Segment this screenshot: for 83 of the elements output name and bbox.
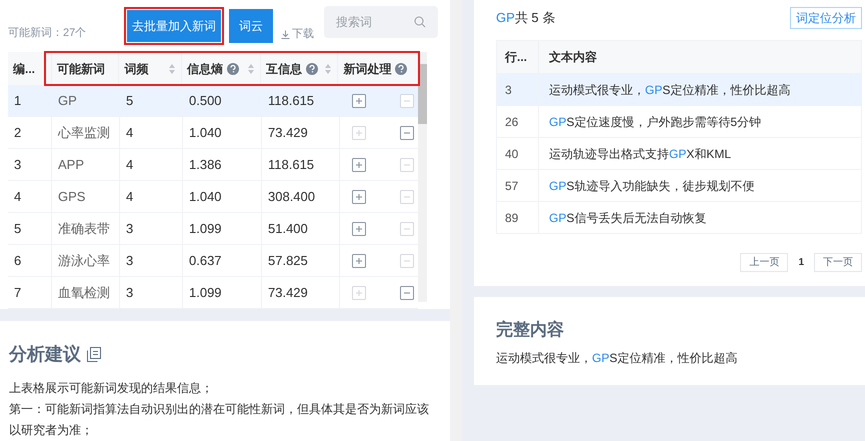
word-count: 可能新词：27个 [8,26,88,41]
remove-icon[interactable] [400,286,414,300]
table-cell-text: 3 [505,82,512,98]
previous-page-button[interactable]: 上一页 [740,253,788,272]
table-cell-text: 3 [126,220,134,238]
table-cell-text: 0.637 [189,252,222,270]
sort-icon[interactable] [168,62,176,74]
full-text: 运动模式很专业，GPS定位精准，性价比超高 [496,350,738,366]
table-cell-text: 3 [126,252,134,270]
download-icon [281,30,290,38]
help-icon[interactable] [227,62,240,74]
advice-text: 第一：可能新词指算法自动识别出的潜在可能性新词，但具体其是否为新词应该以研究者为准； [9,401,430,439]
add-icon[interactable] [352,158,366,172]
table-cell-text: 4 [126,124,134,142]
column-header: 新词处理 [338,52,418,85]
table-cell-text: 心率监测 [58,124,110,142]
table-cell-text: APP [58,156,84,174]
page-number[interactable]: 1 [798,255,804,270]
table-cell-text: 1.040 [189,188,222,206]
table-cell-text: 3 [126,284,134,302]
table-cell-text: 1.099 [189,284,222,302]
table-cell-text: 4 [126,156,134,174]
table-cell-text: 73.429 [268,284,308,302]
table-cell-text: 血氧检测 [58,284,110,302]
advice-text: 上表格展示可能新词发现的结果信息； [9,380,214,397]
batch-add-button[interactable]: 去批量加入新词 [127,10,221,42]
table-cell-text: 308.400 [268,188,315,206]
table-cell-text: 2 [14,124,22,142]
table-cell-text: GPS轨迹导入功能缺失，徒步规划不便 [548,178,756,194]
remove-icon[interactable] [400,126,414,140]
table-cell-text: 游泳心率 [58,252,110,270]
section-title: 完整内容 [496,319,565,341]
column-header[interactable]: 信息熵 [182,52,261,85]
table-cell-text: 4 [14,188,22,206]
sort-icon[interactable] [324,62,332,74]
table-cell-text: 1.040 [189,124,222,142]
section-title: 分析建议 [9,343,81,366]
result-summary: GP共 5 条 [496,9,556,28]
table-cell-text: 89 [505,210,518,226]
search-field[interactable]: 搜索词 [324,6,438,38]
add-icon[interactable] [352,94,366,108]
table-cell-text: 运动轨迹导出格式支持GPX和KML [548,146,732,162]
table-cell-text: 0.500 [189,92,222,110]
add-icon[interactable] [352,190,366,204]
download-link[interactable]: 下载 [281,26,314,42]
word-cloud-button[interactable]: 词云 [229,9,273,43]
table-cell-text: 51.400 [268,220,308,238]
table-cell-text: 运动模式很专业，GPS定位精准，性价比超高 [548,82,792,98]
search-icon[interactable] [414,16,426,28]
table-cell-text: 3 [14,156,22,174]
table-cell-text: 118.615 [268,92,314,110]
column-header[interactable]: 词频 [119,52,182,85]
table-cell-text: 1 [14,92,22,110]
table-cell-text: 118.615 [268,156,314,174]
table-cell-text: 7 [14,284,22,302]
table-cell-text: 6 [14,252,22,270]
table-cell-text: GPS定位速度慢，户外跑步需等待5分钟 [548,114,762,130]
copy-icon[interactable] [87,347,101,362]
table-cell-text: GPS信号丢失后无法自动恢复 [548,210,708,226]
table-cell-text: 40 [505,146,518,162]
table-cell-text: GPS [58,188,86,206]
scrollbar[interactable] [418,52,427,302]
add-icon[interactable] [352,222,366,236]
table-cell-text: 1.386 [189,156,222,174]
help-icon[interactable] [395,62,408,74]
table-cell-text: 准确表带 [58,220,110,238]
sort-icon[interactable] [246,62,255,74]
table-cell-text: 4 [126,188,134,206]
word-location-button[interactable]: 词定位分析 [790,7,862,29]
next-page-button[interactable]: 下一页 [814,253,862,272]
table-cell-text: 1.099 [189,220,222,238]
column-header[interactable]: 互信息 [260,52,338,85]
table-cell-text: 57 [505,178,518,194]
table-cell-text: 5 [14,220,22,238]
help-icon[interactable] [306,62,318,74]
column-header: 可能新词 [52,52,120,85]
table-cell-text: 26 [505,114,518,130]
add-icon[interactable] [352,254,366,268]
table-cell-text: 5 [126,92,134,110]
table-cell-text: 57.825 [268,252,308,270]
table-cell-text: 73.429 [268,124,308,142]
table-cell-text: GP [58,92,77,110]
column-header: 文本内容 [548,49,598,66]
